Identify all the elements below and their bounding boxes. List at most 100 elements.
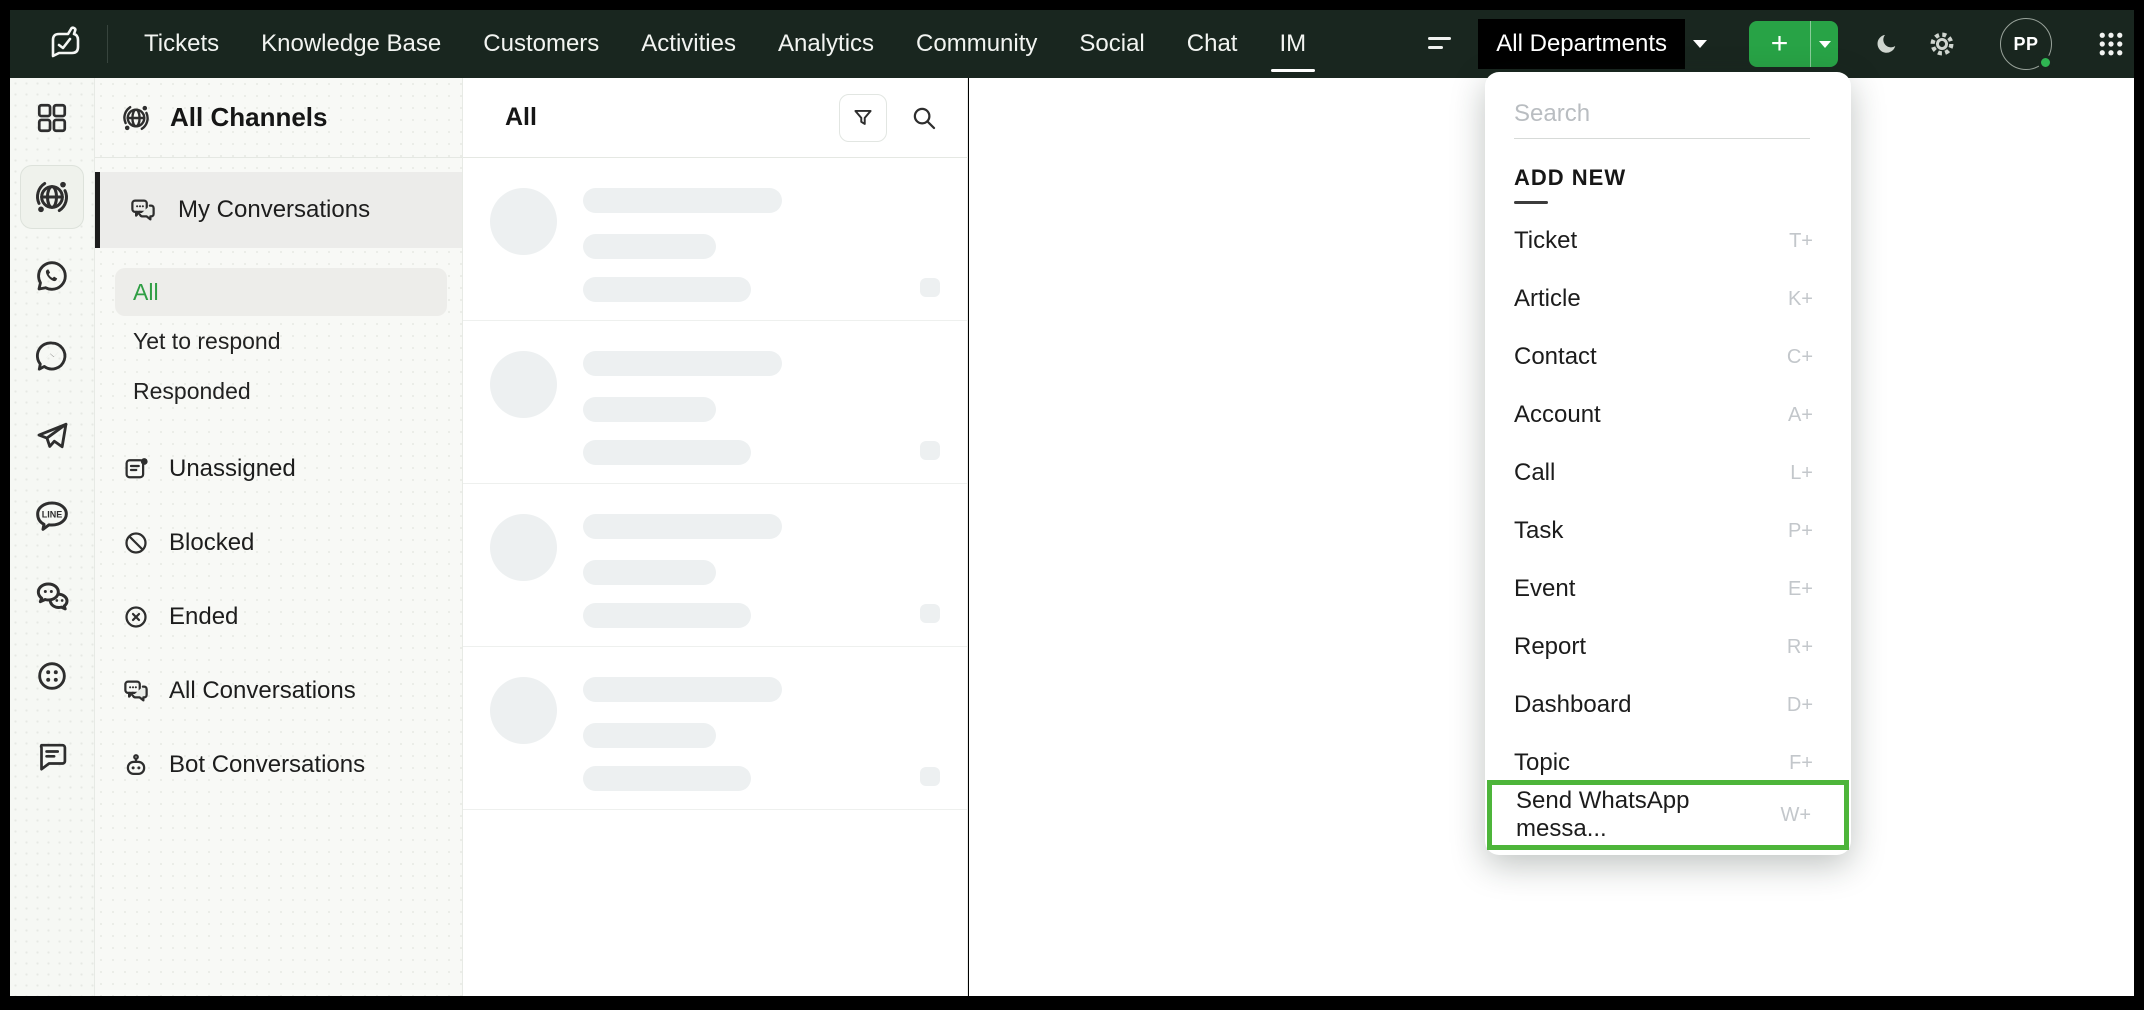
modules-grid-icon [37, 103, 67, 133]
add-new-dropdown-button[interactable] [1811, 21, 1838, 67]
menu-item-send-whatsapp-message-highlighted[interactable]: Send WhatsApp messa... W+ [1487, 780, 1849, 850]
sidebar-item-label: Unassigned [169, 455, 296, 482]
list-search-button[interactable] [909, 103, 939, 133]
conversations-sidebar: All Channels My Conversations All Yet to… [95, 78, 463, 996]
menu-item-shortcut: F+ [1789, 751, 1813, 774]
menu-item-account[interactable]: Account A+ [1485, 386, 1851, 444]
nav-item-social[interactable]: Social [1079, 10, 1144, 78]
sidebar-item-ended[interactable]: Ended [95, 580, 462, 654]
search-input[interactable] [1514, 98, 1810, 139]
nav-item-analytics[interactable]: Analytics [778, 10, 874, 78]
menu-item-dashboard[interactable]: Dashboard D+ [1485, 676, 1851, 734]
sidebar-item-label: Ended [169, 603, 239, 630]
sidebar-item-my-conversations[interactable]: My Conversations [95, 172, 462, 248]
rail-modules-button[interactable] [24, 90, 80, 146]
filter-all-selected[interactable]: All [115, 268, 447, 316]
nav-menu: Tickets Knowledge Base Customers Activit… [144, 10, 1306, 78]
menu-item-label: Article [1514, 285, 1581, 312]
list-panel-header: All [463, 78, 967, 158]
rail-custom-channel-button[interactable] [24, 648, 80, 704]
all-channels-globe-icon [123, 105, 149, 130]
menu-item-label: Call [1514, 459, 1556, 486]
skeleton-line [583, 397, 716, 422]
settings-button[interactable] [1926, 28, 1958, 60]
skeleton-avatar [490, 677, 557, 744]
menu-item-call[interactable]: Call L+ [1485, 444, 1851, 502]
nav-item-activities[interactable]: Activities [641, 10, 736, 78]
nav-item-customers[interactable]: Customers [483, 10, 599, 78]
blocked-icon [125, 532, 147, 554]
add-new-menu-list: Ticket T+ Article K+ Contact C+ Account … [1485, 212, 1851, 792]
menu-item-label: Send WhatsApp messa... [1516, 787, 1690, 842]
menu-item-label: Ticket [1514, 227, 1578, 254]
menu-item-label: Topic [1514, 749, 1571, 776]
skeleton-line [583, 603, 751, 628]
rail-sms-button[interactable] [24, 728, 80, 784]
sidebar-item-blocked[interactable]: Blocked [95, 506, 462, 580]
apps-launcher-button[interactable] [2096, 29, 2126, 59]
menu-item-shortcut: P+ [1787, 519, 1813, 542]
rail-telegram-button[interactable] [24, 408, 80, 464]
sidebar-item-bot-conversations[interactable]: Bot Conversations [95, 728, 462, 802]
menu-item-shortcut: A+ [1787, 403, 1813, 426]
skeleton-line [583, 277, 751, 302]
department-selector[interactable]: All Departments [1478, 19, 1707, 69]
messenger-icon [35, 341, 67, 371]
recent-items-icon[interactable] [1428, 34, 1452, 54]
caret-down-icon [1818, 40, 1831, 48]
night-mode-button[interactable] [1874, 31, 1900, 57]
filter-funnel-icon [854, 109, 872, 125]
sidebar-item-label: My Conversations [178, 196, 371, 223]
menu-item-shortcut: R+ [1786, 635, 1813, 658]
list-filter-button[interactable] [839, 93, 887, 142]
conversation-skeleton-row [463, 158, 967, 321]
menu-item-contact[interactable]: Contact C+ [1485, 328, 1851, 386]
filter-responded[interactable]: Responded [95, 366, 462, 416]
list-view-title: All [505, 103, 537, 131]
app-window: Tickets Knowledge Base Customers Activit… [0, 0, 2144, 1010]
zoho-desk-logo-icon[interactable] [47, 25, 81, 63]
sidebar-item-unassigned[interactable]: Unassigned [95, 432, 462, 506]
menu-item-shortcut: D+ [1786, 693, 1813, 716]
search-icon [913, 107, 936, 129]
bot-icon [126, 754, 146, 776]
nav-item-knowledge-base[interactable]: Knowledge Base [261, 10, 441, 78]
menu-item-event[interactable]: Event E+ [1485, 560, 1851, 618]
custom-channel-icon [38, 662, 66, 690]
nav-item-tickets[interactable]: Tickets [144, 10, 219, 78]
skeleton-line [583, 766, 751, 791]
skeleton-line [583, 188, 782, 213]
menu-item-label: Dashboard [1514, 691, 1632, 718]
menu-item-label: Contact [1514, 343, 1597, 370]
menu-item-ticket[interactable]: Ticket T+ [1485, 212, 1851, 270]
rail-messenger-button[interactable] [24, 328, 80, 384]
nav-item-im-active[interactable]: IM [1279, 10, 1306, 78]
add-new-split-button: + [1749, 21, 1838, 67]
department-selector-label[interactable]: All Departments [1478, 19, 1685, 69]
menu-item-report[interactable]: Report R+ [1485, 618, 1851, 676]
chevron-down-icon [1693, 40, 1707, 48]
menu-item-label: Task [1514, 517, 1564, 544]
rail-all-channels-button[interactable] [20, 165, 84, 229]
rail-line-button[interactable]: LINE [24, 488, 80, 544]
skeleton-line [583, 234, 716, 259]
avatar-initials: PP [2013, 33, 2039, 54]
filter-yet-to-respond[interactable]: Yet to respond [95, 316, 462, 366]
add-new-button[interactable]: + [1749, 21, 1811, 67]
rail-whatsapp-button[interactable] [24, 248, 80, 304]
sidebar-item-all-conversations[interactable]: All Conversations [95, 654, 462, 728]
menu-item-article[interactable]: Article K+ [1485, 270, 1851, 328]
menu-item-shortcut: L+ [1790, 461, 1813, 484]
rail-wechat-button[interactable] [24, 568, 80, 624]
skeleton-line [583, 560, 716, 585]
telegram-icon [37, 422, 68, 449]
unassigned-icon [125, 458, 148, 479]
conversations-icon [124, 680, 148, 702]
avatar[interactable]: PP [2000, 18, 2053, 70]
menu-item-label: Account [1514, 401, 1601, 428]
menu-item-shortcut: T+ [1789, 229, 1813, 252]
nav-item-chat[interactable]: Chat [1187, 10, 1238, 78]
menu-item-task[interactable]: Task P+ [1485, 502, 1851, 560]
section-underline [1514, 201, 1548, 204]
nav-item-community[interactable]: Community [916, 10, 1037, 78]
